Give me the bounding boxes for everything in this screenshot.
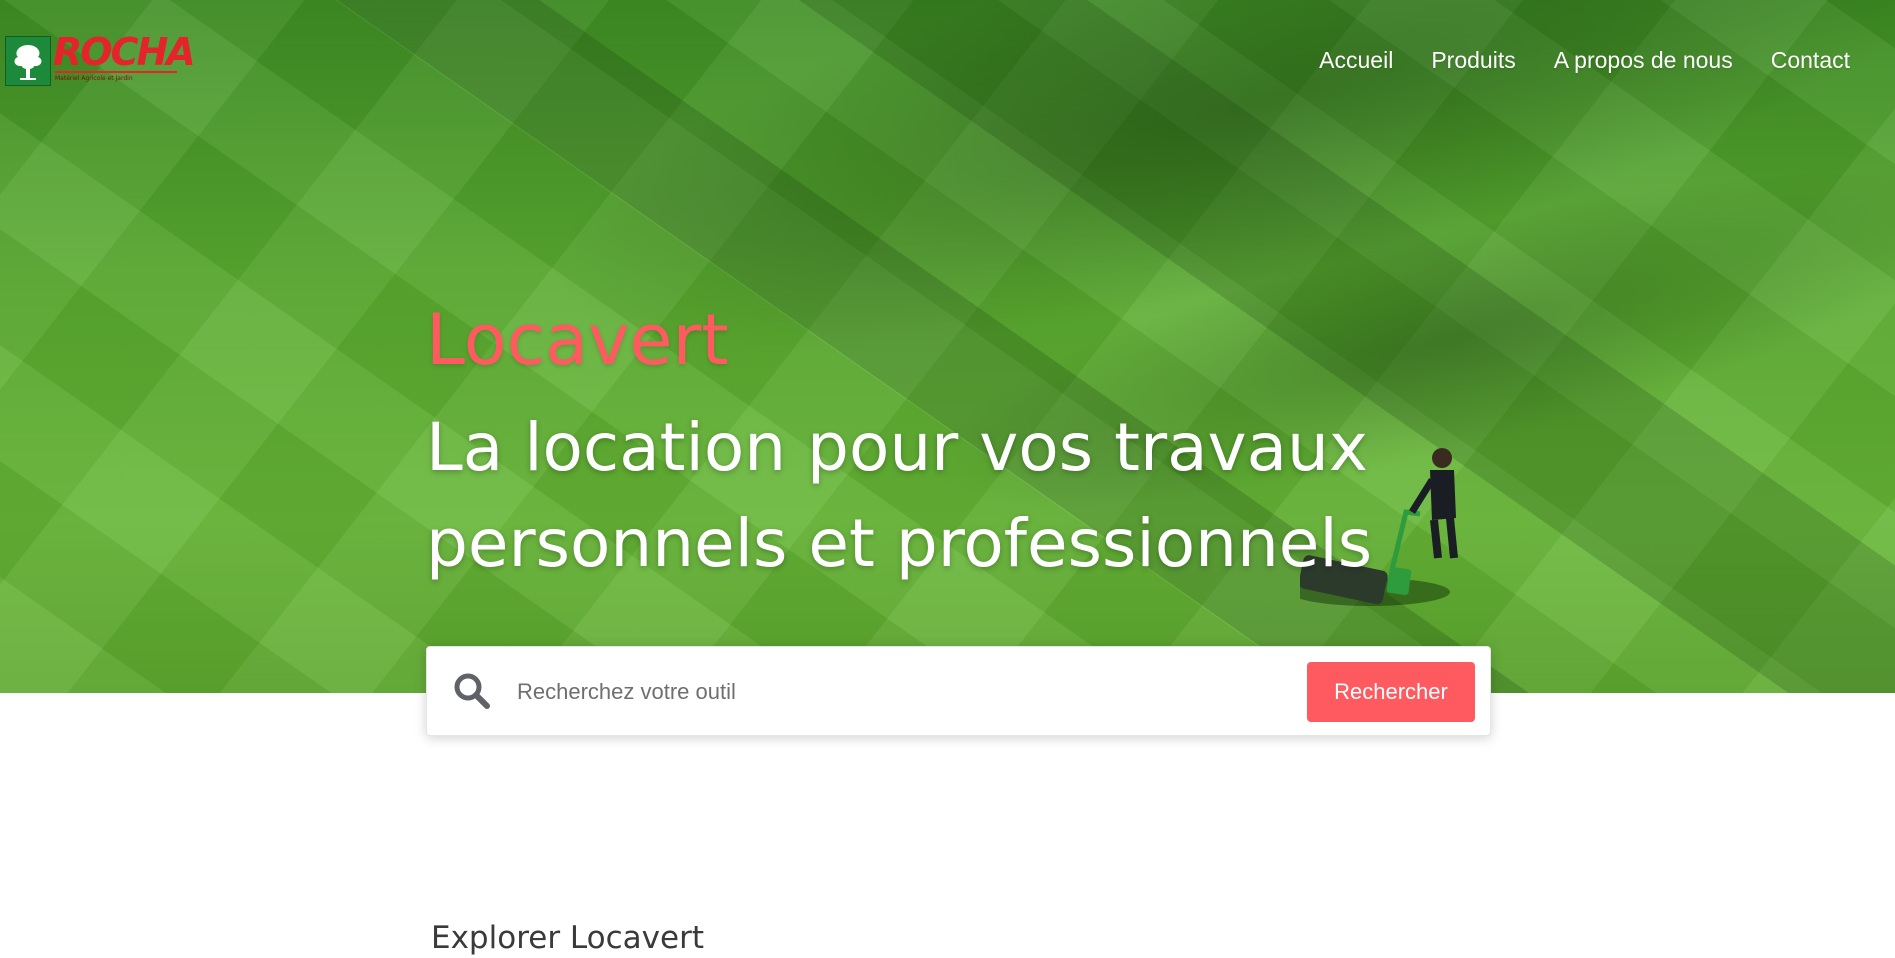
- search-button[interactable]: Rechercher: [1307, 662, 1475, 722]
- tree-icon: [5, 36, 51, 86]
- hero-tagline: La location pour vos travaux personnels …: [426, 409, 1373, 582]
- hero-banner: ROCHA Matériel Agricole et Jardin Accuei…: [0, 0, 1895, 693]
- nav-item-produits[interactable]: Produits: [1431, 47, 1515, 74]
- logo-underline: [55, 71, 177, 73]
- search-input[interactable]: [515, 669, 1279, 715]
- brand-title: Locavert: [426, 299, 729, 381]
- main-nav: Accueil Produits A propos de nous Contac…: [1319, 47, 1850, 74]
- explore-heading: Explorer Locavert: [431, 920, 704, 956]
- search-icon: [452, 671, 492, 711]
- search-bar: Rechercher: [426, 646, 1491, 736]
- nav-item-accueil[interactable]: Accueil: [1319, 47, 1393, 74]
- logo-subtitle: Matériel Agricole et Jardin: [55, 75, 133, 82]
- site-logo[interactable]: ROCHA Matériel Agricole et Jardin: [5, 30, 196, 86]
- logo-wordmark: ROCHA: [53, 30, 196, 74]
- nav-item-a-propos[interactable]: A propos de nous: [1554, 47, 1733, 74]
- nav-item-contact[interactable]: Contact: [1771, 47, 1850, 74]
